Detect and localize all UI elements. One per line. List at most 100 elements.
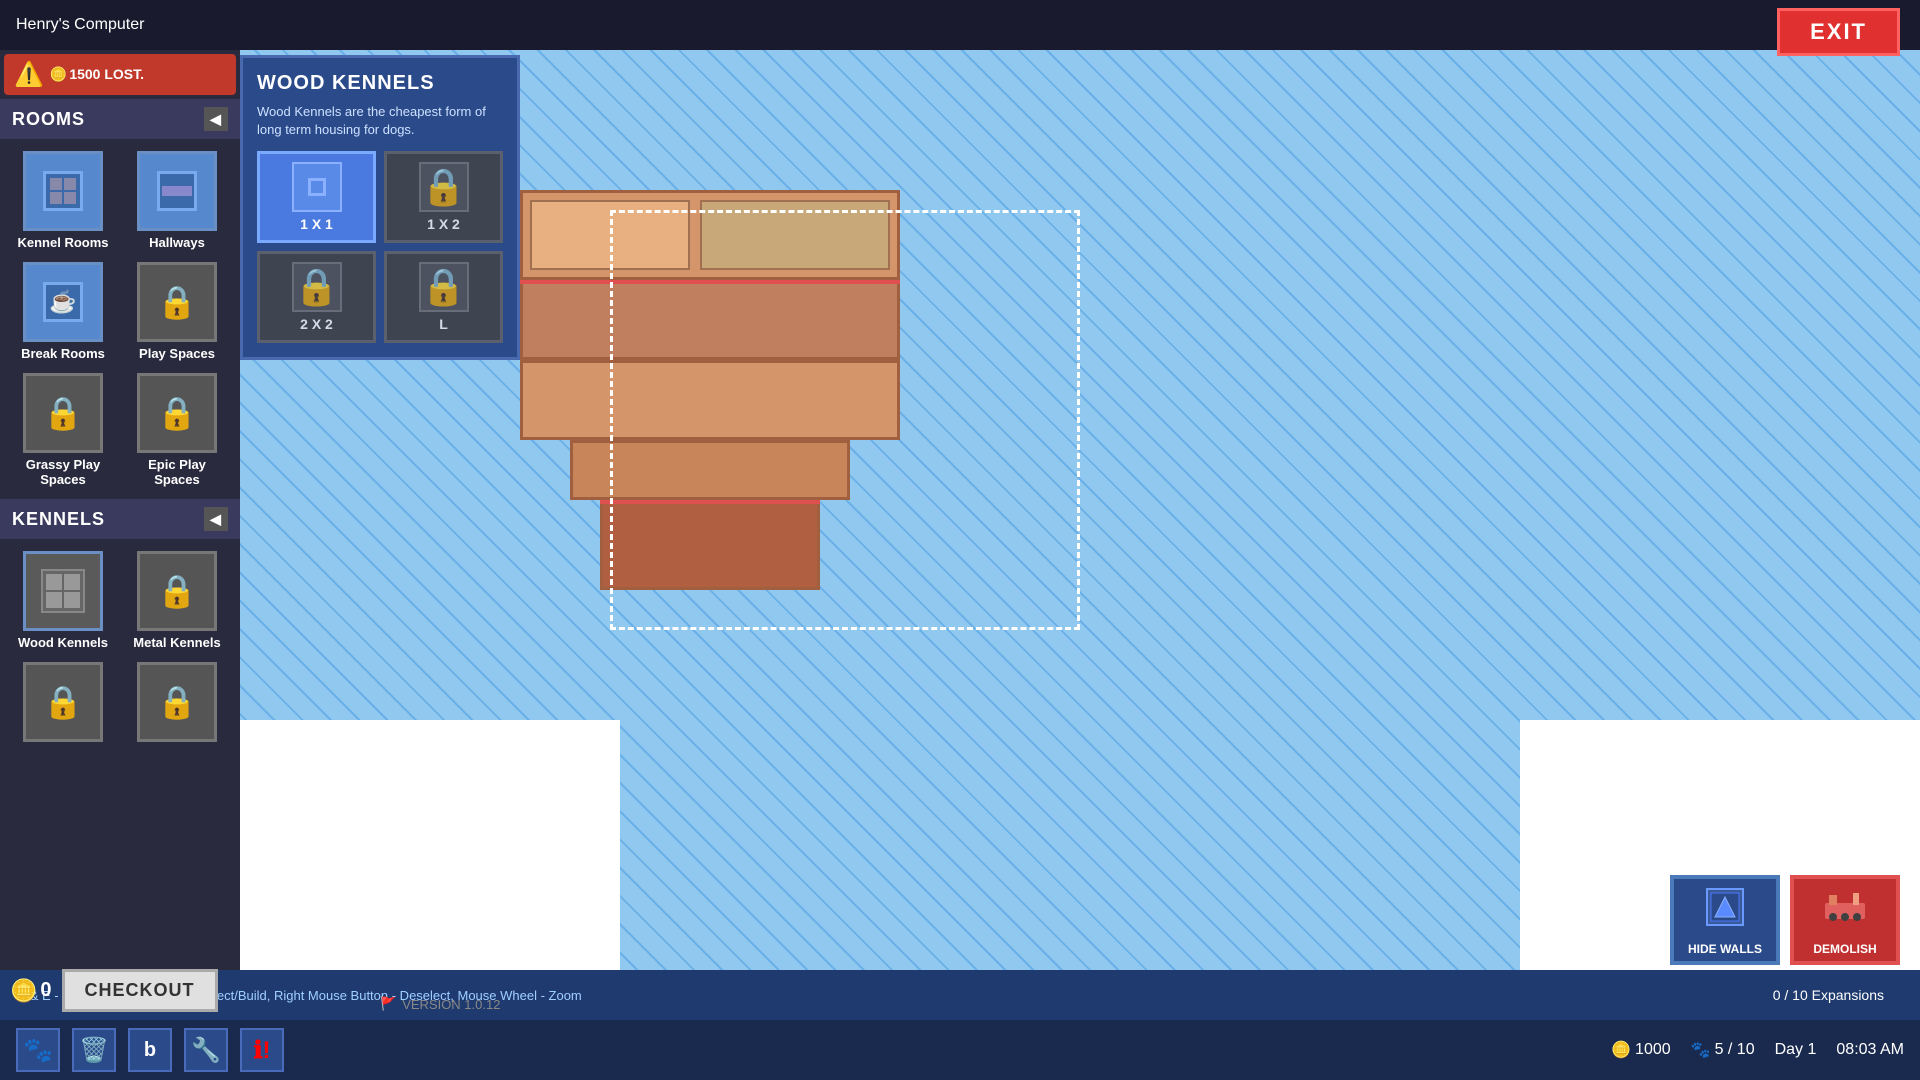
- popup-description: Wood Kennels are the cheapest form of lo…: [257, 103, 503, 139]
- room-item-grassy-play-spaces[interactable]: Grassy Play Spaces: [8, 369, 118, 491]
- warning-banner: ⚠️ 🪙1500 LOST.: [4, 54, 236, 95]
- kennel-1x2-icon: 🔒: [419, 162, 469, 212]
- kennels-grid: Wood Kennels Metal Kennels: [0, 539, 240, 758]
- red-stripe: [520, 280, 900, 284]
- wood-kennels-popup: WOOD KENNELS Wood Kennels are the cheape…: [240, 55, 520, 360]
- kennel-item-metal[interactable]: Metal Kennels: [122, 547, 232, 654]
- taskbar-info-icon[interactable]: ℹ!: [240, 1028, 284, 1072]
- rooms-grid: Kennel Rooms Hallways ☕ Break Rooms Play…: [0, 139, 240, 499]
- checkout-button[interactable]: CHECKOUT: [62, 969, 218, 1012]
- version-label: VERSION 1.0.12: [402, 997, 500, 1012]
- grassy-play-spaces-label: Grassy Play Spaces: [12, 457, 114, 487]
- play-spaces-label: Play Spaces: [139, 346, 215, 361]
- kennel-l-lock: 🔒: [421, 266, 466, 308]
- kennel-2x2-label: 2 X 2: [300, 316, 333, 332]
- coin-icon-checkout: 🪙: [10, 978, 37, 1004]
- hide-walls-icon: [1703, 885, 1747, 938]
- room-item-break-rooms[interactable]: ☕ Break Rooms: [8, 258, 118, 365]
- stat-time: 08:03 AM: [1836, 1041, 1904, 1059]
- room-item-epic-play-spaces[interactable]: Epic Play Spaces: [122, 369, 232, 491]
- warning-icon: ⚠️: [14, 60, 44, 89]
- taskbar-cart-icon[interactable]: 🗑️: [72, 1028, 116, 1072]
- demolish-label: DEMOLISH: [1813, 942, 1876, 956]
- epic-play-spaces-label: Epic Play Spaces: [126, 457, 228, 487]
- coins-value: 0: [40, 979, 51, 1002]
- bottom-hint-bar: Q & E - Rotate, Keypad Enter - Select/Bu…: [0, 970, 1920, 1020]
- version-display: 🚩 VERSION 1.0.12: [380, 996, 500, 1012]
- stat-coins: 🪙 1000: [1611, 1040, 1671, 1060]
- kennel-1x2-label: 1 X 2: [427, 216, 460, 232]
- hallways-label: Hallways: [149, 235, 205, 250]
- kennel-options: 1 X 1 🔒 1 X 2 🔒 2 X 2 🔒 L: [257, 151, 503, 343]
- coin-value: 1000: [1635, 1041, 1671, 1059]
- metal-kennels-label: Metal Kennels: [133, 635, 220, 650]
- demolish-button[interactable]: DEMOLISH: [1790, 875, 1900, 965]
- hallways-icon: [137, 151, 217, 231]
- kennel-2x2-icon: 🔒: [292, 262, 342, 312]
- floor-mid2: [520, 360, 900, 440]
- wood-kennels-icon: [23, 551, 103, 631]
- flag-icon: 🚩: [380, 996, 396, 1012]
- taskbar: 🐾 🗑️ b 🔧 ℹ! 🪙 1000 🐾 5 / 10 Day 1 08:03 …: [0, 1020, 1920, 1080]
- kennels-collapse-arrow[interactable]: ◀: [204, 507, 228, 531]
- room-item-hallways[interactable]: Hallways: [122, 147, 232, 254]
- kennel-item-extra1[interactable]: [8, 658, 118, 750]
- stat-dogs: 🐾 5 / 10: [1691, 1040, 1755, 1060]
- coin-icon-stat: 🪙: [1611, 1040, 1631, 1060]
- kennels-label: KENNELS: [12, 509, 105, 530]
- hint-text: Q & E - Rotate, Keypad Enter - Select/Bu…: [16, 988, 1773, 1003]
- rooms-section-header: ROOMS ◀: [0, 99, 240, 139]
- taskbar-build-icon[interactable]: b: [128, 1028, 172, 1072]
- room-detail-1: [530, 200, 690, 270]
- warning-text: 🪙1500 LOST.: [50, 66, 144, 83]
- kennel-option-l[interactable]: 🔒 L: [384, 251, 503, 343]
- floor-mid1: [520, 280, 900, 360]
- room-detail-2: [700, 200, 890, 270]
- taskbar-paw-icon[interactable]: 🐾: [16, 1028, 60, 1072]
- room-item-play-spaces[interactable]: Play Spaces: [122, 258, 232, 365]
- dog-icon-stat: 🐾: [1691, 1040, 1711, 1060]
- dogs-value: 5 / 10: [1715, 1041, 1755, 1059]
- kennel-option-2x2[interactable]: 🔒 2 X 2: [257, 251, 376, 343]
- break-rooms-label: Break Rooms: [21, 346, 105, 361]
- wood-kennels-label: Wood Kennels: [18, 635, 108, 650]
- stat-day: Day 1: [1775, 1041, 1817, 1059]
- checkout-area: 🪙 0 CHECKOUT: [10, 969, 218, 1012]
- kennel-item-extra2[interactable]: [122, 658, 232, 750]
- taskbar-tools-icon[interactable]: 🔧: [184, 1028, 228, 1072]
- extra-kennel-icon-2: [137, 662, 217, 742]
- kennel-1x1-icon: [292, 162, 342, 212]
- day-value: Day 1: [1775, 1041, 1817, 1059]
- kennel-option-1x2[interactable]: 🔒 1 X 2: [384, 151, 503, 243]
- coins-display: 🪙 0: [10, 978, 52, 1004]
- kennel-2x2-lock: 🔒: [294, 266, 339, 308]
- kennel-l-label: L: [439, 316, 448, 332]
- taskbar-stats: 🪙 1000 🐾 5 / 10 Day 1 08:03 AM: [1611, 1040, 1904, 1060]
- kennel-rooms-label: Kennel Rooms: [17, 235, 108, 250]
- kennel-1x2-lock: 🔒: [421, 166, 466, 208]
- rooms-collapse-arrow[interactable]: ◀: [204, 107, 228, 131]
- floor-bot1: [570, 440, 850, 500]
- kennel-item-wood[interactable]: Wood Kennels: [8, 547, 118, 654]
- metal-kennels-icon: [137, 551, 217, 631]
- grassy-play-spaces-icon: [23, 373, 103, 453]
- computer-name: Henry's Computer: [16, 16, 144, 34]
- extra-kennel-icon-1: [23, 662, 103, 742]
- white-area-bottom-left: [240, 720, 620, 970]
- coin-icon: 🪙: [50, 66, 67, 82]
- demolish-icon: [1823, 885, 1867, 938]
- popup-title: WOOD KENNELS: [257, 72, 503, 95]
- right-action-buttons: HIDE WALLS DEMOLISH: [1670, 875, 1900, 965]
- hide-walls-label: HIDE WALLS: [1688, 942, 1762, 956]
- room-item-kennel-rooms[interactable]: Kennel Rooms: [8, 147, 118, 254]
- kennel-option-1x1[interactable]: 1 X 1: [257, 151, 376, 243]
- hint-line: Q & E - Rotate, Keypad Enter - Select/Bu…: [16, 988, 1773, 1003]
- expansions-count: 0 / 10 Expansions: [1773, 987, 1884, 1003]
- break-rooms-icon: ☕: [23, 262, 103, 342]
- kennel-1x1-label: 1 X 1: [300, 216, 333, 232]
- hide-walls-button[interactable]: HIDE WALLS: [1670, 875, 1780, 965]
- left-sidebar: ⚠️ 🪙1500 LOST. ROOMS ◀ Kennel Rooms: [0, 50, 240, 1020]
- rooms-label: ROOMS: [12, 109, 85, 130]
- red-stripe-2: [600, 500, 820, 504]
- exit-button[interactable]: EXIT: [1777, 8, 1900, 56]
